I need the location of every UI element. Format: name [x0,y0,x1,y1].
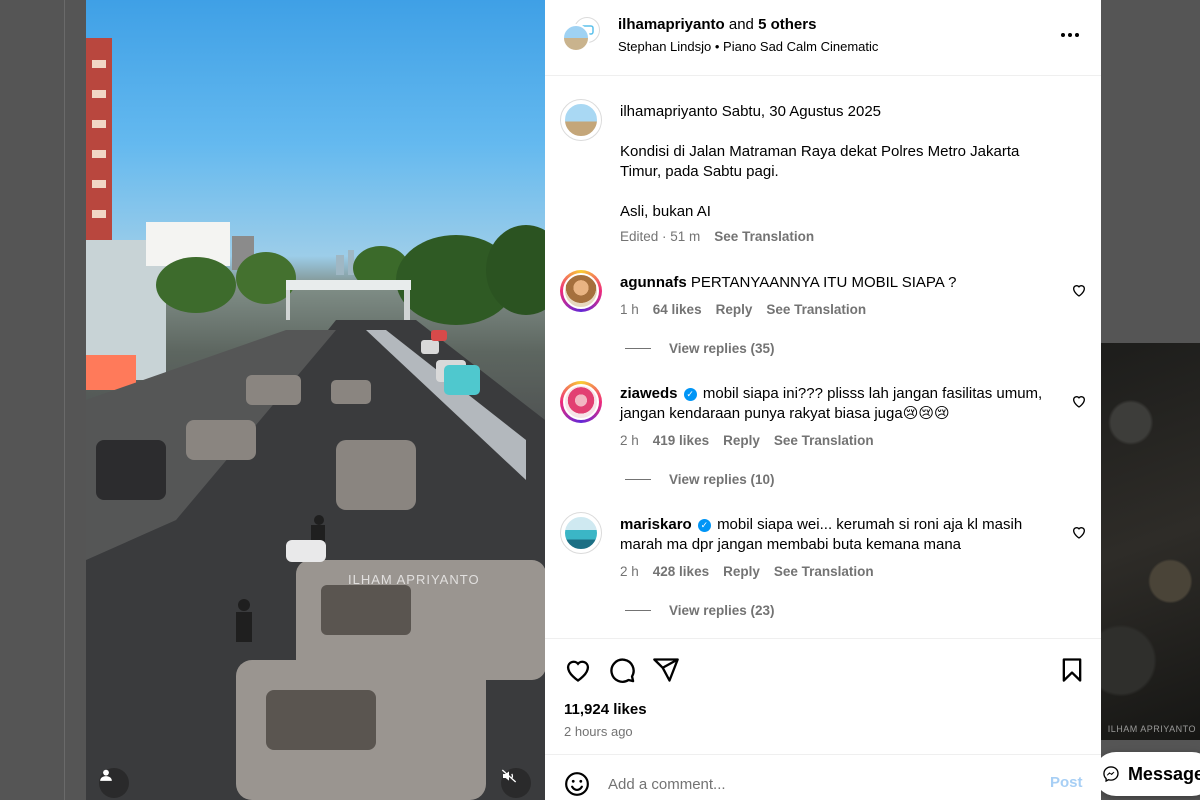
comment-likes[interactable]: 428 likes [653,564,709,579]
comment-username[interactable]: agunnafs [620,274,687,291]
messenger-icon [1103,766,1119,783]
comment-text: agunnafs PERTANYAANNYA ITU MOBIL SIAPA ? [620,273,1060,293]
author-username[interactable]: ilhamapriyanto [618,16,725,33]
comment-meta: 1 h 64 likes Reply See Translation [620,302,866,317]
post-comment-button[interactable]: Post [1050,774,1083,791]
comment-username[interactable]: mariskaro [620,516,692,533]
share-icon[interactable] [652,656,680,684]
more-icon-dot [1068,33,1072,37]
comment-meta: 2 h 428 likes Reply See Translation [620,564,874,579]
audio-artist[interactable]: Stephan Lindsjo [618,39,711,54]
tagged-users-button[interactable] [99,768,129,798]
modal-backdrop-left[interactable] [0,0,86,800]
comment-username[interactable]: ziaweds [620,385,678,402]
view-replies-label: View replies (10) [669,472,775,487]
mute-icon [501,769,517,783]
authors-and: and [724,16,759,33]
caption-paragraph-1: Kondisi di Jalan Matraman Raya dekat Pol… [620,143,1020,180]
post-authors: ilhamapriyanto and 5 others [618,16,816,33]
messages-button[interactable]: Messages [1094,752,1200,796]
comment-body: mobil siapa ini??? plisss lah jangan fas… [620,385,1043,422]
view-replies-button[interactable]: View replies (35) [625,341,775,356]
audio-info[interactable]: Stephan Lindsjo • Piano Sad Calm Cinemat… [618,39,878,54]
comment-icon[interactable] [608,656,636,684]
caption-see-translation[interactable]: See Translation [714,229,814,244]
comment-time: 1 h [620,302,639,317]
verified-badge: ✓ [683,388,697,401]
comment-reply-button[interactable]: Reply [716,302,753,317]
likes-count[interactable]: 11,924 likes [564,701,647,718]
next-post-watermark: ILHAM APRIYANTO [1107,724,1196,734]
heart-icon[interactable] [564,656,592,684]
post-media-video[interactable]: ILHAM APRIYANTO [86,0,545,800]
emoji-icon[interactable] [564,771,590,797]
view-replies-label: View replies (35) [669,341,775,356]
comment-avatar[interactable] [560,512,602,554]
more-icon-dot [1075,33,1079,37]
post-time-ago: 2 hours ago [564,724,633,739]
post-detail-panel: ilhamapriyanto and 5 others Stephan Lind… [545,0,1101,800]
post-header: ilhamapriyanto and 5 others Stephan Lind… [545,0,1101,76]
comment-see-translation[interactable]: See Translation [766,302,866,317]
comment-time: 2 h [620,564,639,579]
add-comment-bar: Post [545,754,1101,800]
author-avatar[interactable] [562,24,590,52]
caption-header: ilhamapriyanto Sabtu, 30 Agustus 2025 [620,102,1060,122]
verified-badge: ✓ [697,519,711,532]
user-tag-icon [100,769,112,781]
comment-input[interactable] [608,772,1028,796]
view-replies-label: View replies (23) [669,603,775,618]
comment-text: mariskaro ✓ mobil siapa wei... kerumah s… [620,515,1050,555]
view-replies-button[interactable]: View replies (23) [625,603,775,618]
audio-track[interactable]: Piano Sad Calm Cinematic [723,39,878,54]
comment-body: PERTANYAANNYA ITU MOBIL SIAPA ? [690,274,957,291]
audio-separator: • [711,39,724,54]
comment-likes[interactable]: 64 likes [653,302,702,317]
caption-edited: Edited · 51 m [620,229,701,244]
bookmark-icon[interactable] [1058,656,1086,684]
caption-paragraph-2: Asli, bukan AI [620,203,711,220]
heart-icon[interactable] [1071,282,1087,298]
caption-date: Sabtu, 30 Agustus 2025 [721,103,882,120]
comment-avatar[interactable] [560,381,602,423]
caption-author-avatar[interactable] [560,99,602,141]
post-actions: 11,924 likes 2 hours ago [545,638,1101,754]
view-replies-button[interactable]: View replies (10) [625,472,775,487]
next-post-preview[interactable]: ILHAM APRIYANTO [1101,343,1200,740]
more-icon [1061,33,1065,37]
caption-meta: Edited · 51 m See Translation [620,229,814,244]
comments-section[interactable]: ilhamapriyanto Sabtu, 30 Agustus 2025 Ko… [545,77,1101,638]
comment-reply-button[interactable]: Reply [723,564,760,579]
heart-icon[interactable] [1071,393,1087,409]
messages-label: Messages [1127,763,1200,784]
comment-meta: 2 h 419 likes Reply See Translation [620,433,874,448]
comment-avatar[interactable] [560,270,602,312]
comment-see-translation[interactable]: See Translation [774,433,874,448]
media-watermark: ILHAM APRIYANTO [348,572,480,587]
comment-see-translation[interactable]: See Translation [774,564,874,579]
more-options-button[interactable] [1057,26,1083,44]
caption-username[interactable]: ilhamapriyanto [620,103,718,120]
mute-button[interactable] [501,768,531,798]
comment-time: 2 h [620,433,639,448]
street-scene-image [86,38,545,800]
comment-reply-button[interactable]: Reply [723,433,760,448]
comment-likes[interactable]: 419 likes [653,433,709,448]
comment-text: ziaweds ✓ mobil siapa ini??? plisss lah … [620,384,1050,424]
others-link[interactable]: 5 others [758,16,816,33]
heart-icon[interactable] [1071,524,1087,540]
